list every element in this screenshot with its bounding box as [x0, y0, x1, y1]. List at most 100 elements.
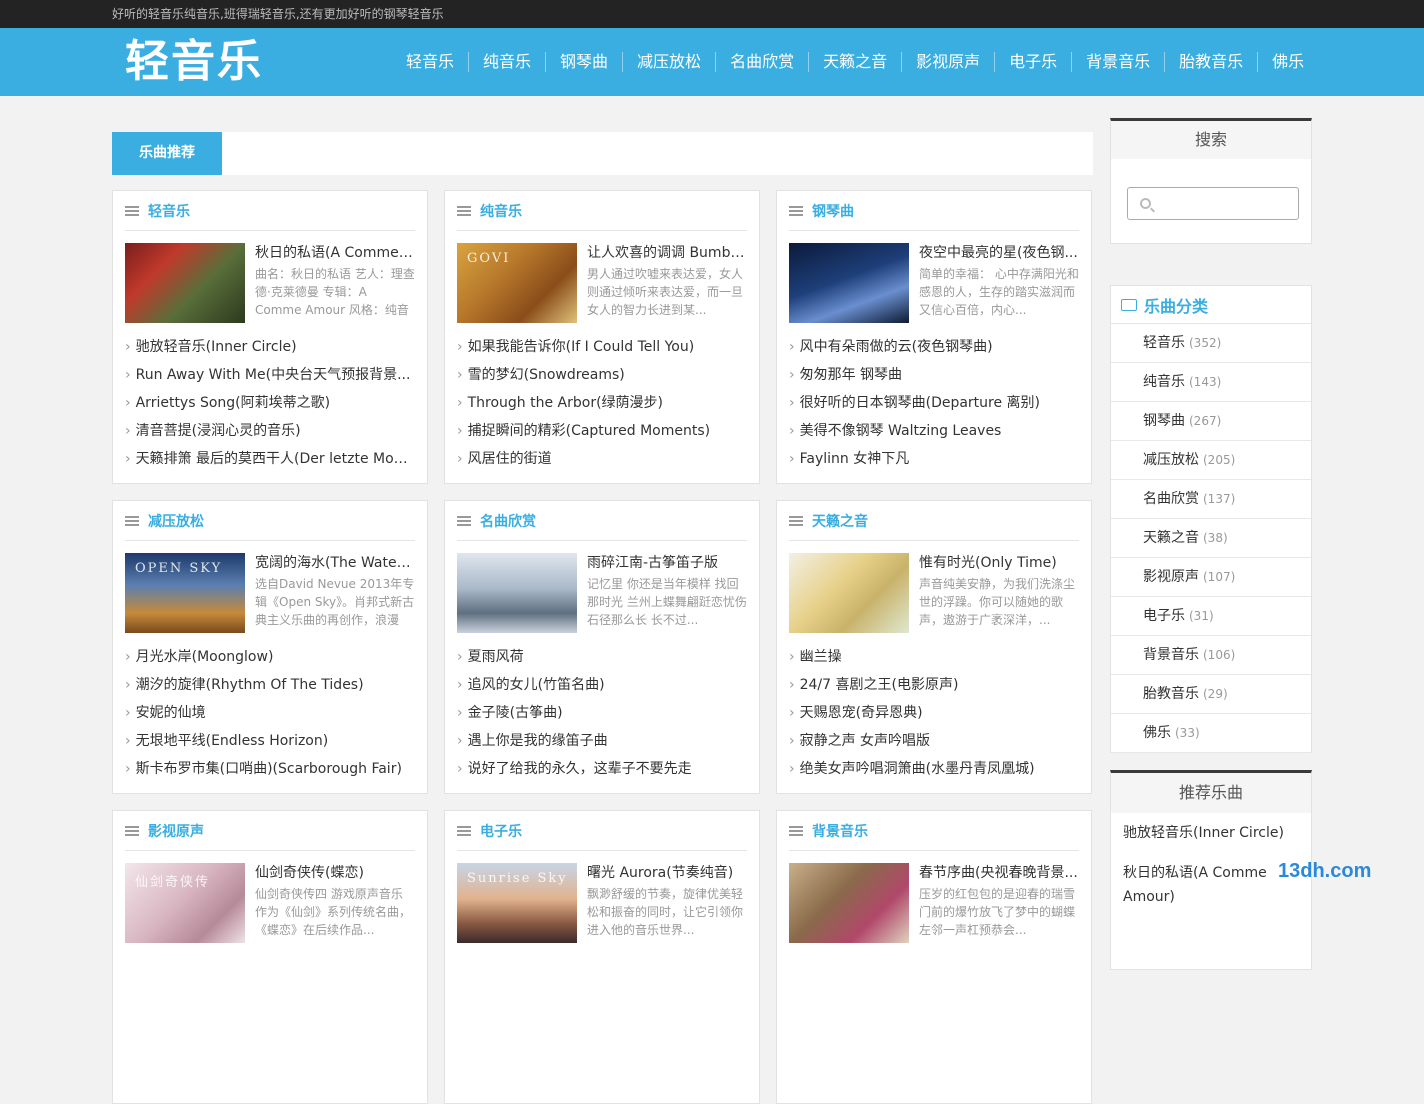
nav-item[interactable]: 轻音乐	[392, 52, 470, 72]
nav-item[interactable]: 减压放松	[623, 52, 717, 72]
card-title[interactable]: 背景音乐	[812, 821, 868, 841]
song-item[interactable]: Faylinn 女神下凡	[789, 445, 1079, 473]
featured-title[interactable]: 仙剑奇侠传(蝶恋)	[255, 863, 415, 883]
song-item[interactable]: 风居住的街道	[457, 445, 747, 473]
thumbnail-text: 仙剑奇侠传	[135, 875, 211, 890]
card-title[interactable]: 减压放松	[148, 511, 204, 531]
search-input[interactable]	[1127, 187, 1299, 220]
category-item[interactable]: 减压放松 (205)	[1111, 441, 1311, 480]
song-item[interactable]: 捕捉瞬间的精彩(Captured Moments)	[457, 417, 747, 445]
song-thumbnail[interactable]	[457, 553, 577, 633]
nav-item[interactable]: 名曲欣赏	[716, 52, 810, 72]
card-header: 钢琴曲	[789, 191, 1079, 231]
featured-title[interactable]: 秋日的私语(A Comme ...	[255, 243, 415, 263]
song-item[interactable]: 金子陵(古筝曲)	[457, 699, 747, 727]
card-title[interactable]: 钢琴曲	[812, 201, 854, 221]
song-item[interactable]: 遇上你是我的缘笛子曲	[457, 727, 747, 755]
song-item[interactable]: 安妮的仙境	[125, 699, 415, 727]
nav-item[interactable]: 纯音乐	[469, 52, 547, 72]
card-header: 背景音乐	[789, 811, 1079, 851]
song-item[interactable]: 无垠地平线(Endless Horizon)	[125, 727, 415, 755]
category-item[interactable]: 背景音乐 (106)	[1111, 636, 1311, 675]
song-item[interactable]: 如果我能告诉你(If I Could Tell You)	[457, 333, 747, 361]
tab-recommended[interactable]: 乐曲推荐	[112, 132, 222, 175]
list-icon	[457, 515, 471, 526]
featured-title[interactable]: 宽阔的海水(The Water ...	[255, 553, 415, 573]
song-item[interactable]: 匆匆那年 钢琴曲	[789, 361, 1079, 389]
song-thumbnail[interactable]: 仙剑奇侠传	[125, 863, 245, 943]
featured-title[interactable]: 春节序曲(央视春晚背景...	[919, 863, 1079, 883]
song-thumbnail[interactable]	[789, 553, 909, 633]
song-item[interactable]: 很好听的日本钢琴曲(Departure 离别)	[789, 389, 1079, 417]
song-item[interactable]: 追风的女儿(竹笛名曲)	[457, 671, 747, 699]
card-title[interactable]: 名曲欣赏	[480, 511, 536, 531]
category-item[interactable]: 佛乐 (33)	[1111, 714, 1311, 753]
song-item[interactable]: 绝美女声吟唱洞箫曲(水墨丹青凤凰城)	[789, 755, 1079, 783]
search-widget: 搜索	[1110, 118, 1312, 244]
song-item[interactable]: 天籁排箫 最后的莫西干人(Der letzte Mohi...	[125, 445, 415, 473]
song-item[interactable]: Arriettys Song(阿莉埃蒂之歌)	[125, 389, 415, 417]
category-count: (143)	[1189, 375, 1222, 389]
nav-item[interactable]: 背景音乐	[1072, 52, 1166, 72]
song-item[interactable]: 幽兰操	[789, 643, 1079, 671]
recommended-item[interactable]: 驰放轻音乐(Inner Circle)	[1123, 813, 1299, 853]
category-card: 轻音乐 秋日的私语(A Comme ... 曲名：秋日的私语 艺人：理查德·克莱德曼…	[112, 190, 428, 484]
song-item[interactable]: 月光水岸(Moonglow)	[125, 643, 415, 671]
category-item[interactable]: 名曲欣赏 (137)	[1111, 480, 1311, 519]
category-name: 背景音乐	[1143, 647, 1199, 663]
song-item[interactable]: 潮汐的旋律(Rhythm Of The Tides)	[125, 671, 415, 699]
song-item[interactable]: 斯卡布罗市集(口哨曲)(Scarborough Fair)	[125, 755, 415, 783]
category-item[interactable]: 胎教音乐 (29)	[1111, 675, 1311, 714]
category-card: 影视原声 仙剑奇侠传 仙剑奇侠传(蝶恋) 仙剑奇侠传四 游戏原声音乐 作为《仙剑》系列…	[112, 810, 428, 1104]
song-item[interactable]: 清音菩提(浸润心灵的音乐)	[125, 417, 415, 445]
song-item[interactable]: 说好了给我的永久，这辈子不要先走	[457, 755, 747, 783]
song-item[interactable]: Through the Arbor(绿荫漫步)	[457, 389, 747, 417]
site-logo[interactable]: 轻音乐	[125, 36, 263, 88]
card-title[interactable]: 纯音乐	[480, 201, 522, 221]
category-item[interactable]: 纯音乐 (143)	[1111, 363, 1311, 402]
category-item[interactable]: 钢琴曲 (267)	[1111, 402, 1311, 441]
card-title[interactable]: 电子乐	[480, 821, 522, 841]
top-bar: 好听的轻音乐纯音乐,班得瑞轻音乐,还有更加好听的钢琴轻音乐	[0, 0, 1424, 28]
song-item[interactable]: 风中有朵雨做的云(夜色钢琴曲)	[789, 333, 1079, 361]
featured-title[interactable]: 雨碎江南-古筝笛子版	[587, 553, 747, 573]
song-list: 风中有朵雨做的云(夜色钢琴曲)匆匆那年 钢琴曲很好听的日本钢琴曲(Departu…	[789, 333, 1079, 473]
nav-item[interactable]: 电子乐	[995, 52, 1073, 72]
category-item[interactable]: 电子乐 (31)	[1111, 597, 1311, 636]
song-thumbnail[interactable]: GOVI	[457, 243, 577, 323]
card-title[interactable]: 影视原声	[148, 821, 204, 841]
song-thumbnail[interactable]	[789, 243, 909, 323]
song-item[interactable]: 美得不像钢琴 Waltzing Leaves	[789, 417, 1079, 445]
featured-title[interactable]: 曙光 Aurora(节奏纯音)	[587, 863, 747, 883]
category-count: (352)	[1189, 336, 1222, 350]
card-title[interactable]: 轻音乐	[148, 201, 190, 221]
category-item[interactable]: 天籁之音 (38)	[1111, 519, 1311, 558]
category-item[interactable]: 轻音乐 (352)	[1111, 324, 1311, 363]
featured-title[interactable]: 让人欢喜的调调 Bumbl...	[587, 243, 747, 263]
featured-title[interactable]: 惟有时光(Only Time)	[919, 553, 1079, 573]
card-title[interactable]: 天籁之音	[812, 511, 868, 531]
category-card: 天籁之音 惟有时光(Only Time) 声音纯美安静，为我们洗涤尘世的浮躁。你可以…	[776, 500, 1092, 794]
nav-item[interactable]: 胎教音乐	[1165, 52, 1259, 72]
category-item[interactable]: 影视原声 (107)	[1111, 558, 1311, 597]
song-item[interactable]: 雪的梦幻(Snowdreams)	[457, 361, 747, 389]
nav-item[interactable]: 佛乐	[1258, 52, 1318, 72]
song-item[interactable]: 夏雨风荷	[457, 643, 747, 671]
recommended-item[interactable]: 秋日的私语(A Comme Amour)	[1123, 853, 1299, 917]
nav-item[interactable]: 钢琴曲	[546, 52, 624, 72]
song-item[interactable]: 驰放轻音乐(Inner Circle)	[125, 333, 415, 361]
thumbnail-text: Sunrise Sky	[467, 871, 568, 886]
song-thumbnail[interactable]: Sunrise Sky	[457, 863, 577, 943]
featured-title[interactable]: 夜空中最亮的星(夜色钢...	[919, 243, 1079, 263]
song-item[interactable]: 24/7 喜剧之王(电影原声)	[789, 671, 1079, 699]
card-header: 影视原声	[125, 811, 415, 851]
song-item[interactable]: Run Away With Me(中央台天气预报背景...	[125, 361, 415, 389]
nav-item[interactable]: 影视原声	[902, 52, 996, 72]
song-thumbnail[interactable]	[125, 243, 245, 323]
nav-item[interactable]: 天籁之音	[809, 52, 903, 72]
category-title: 乐曲分类	[1144, 296, 1209, 316]
song-item[interactable]: 寂静之声 女声吟唱版	[789, 727, 1079, 755]
song-thumbnail[interactable]	[789, 863, 909, 943]
song-thumbnail[interactable]: OPEN SKY	[125, 553, 245, 633]
song-item[interactable]: 天赐恩宠(奇异恩典)	[789, 699, 1079, 727]
